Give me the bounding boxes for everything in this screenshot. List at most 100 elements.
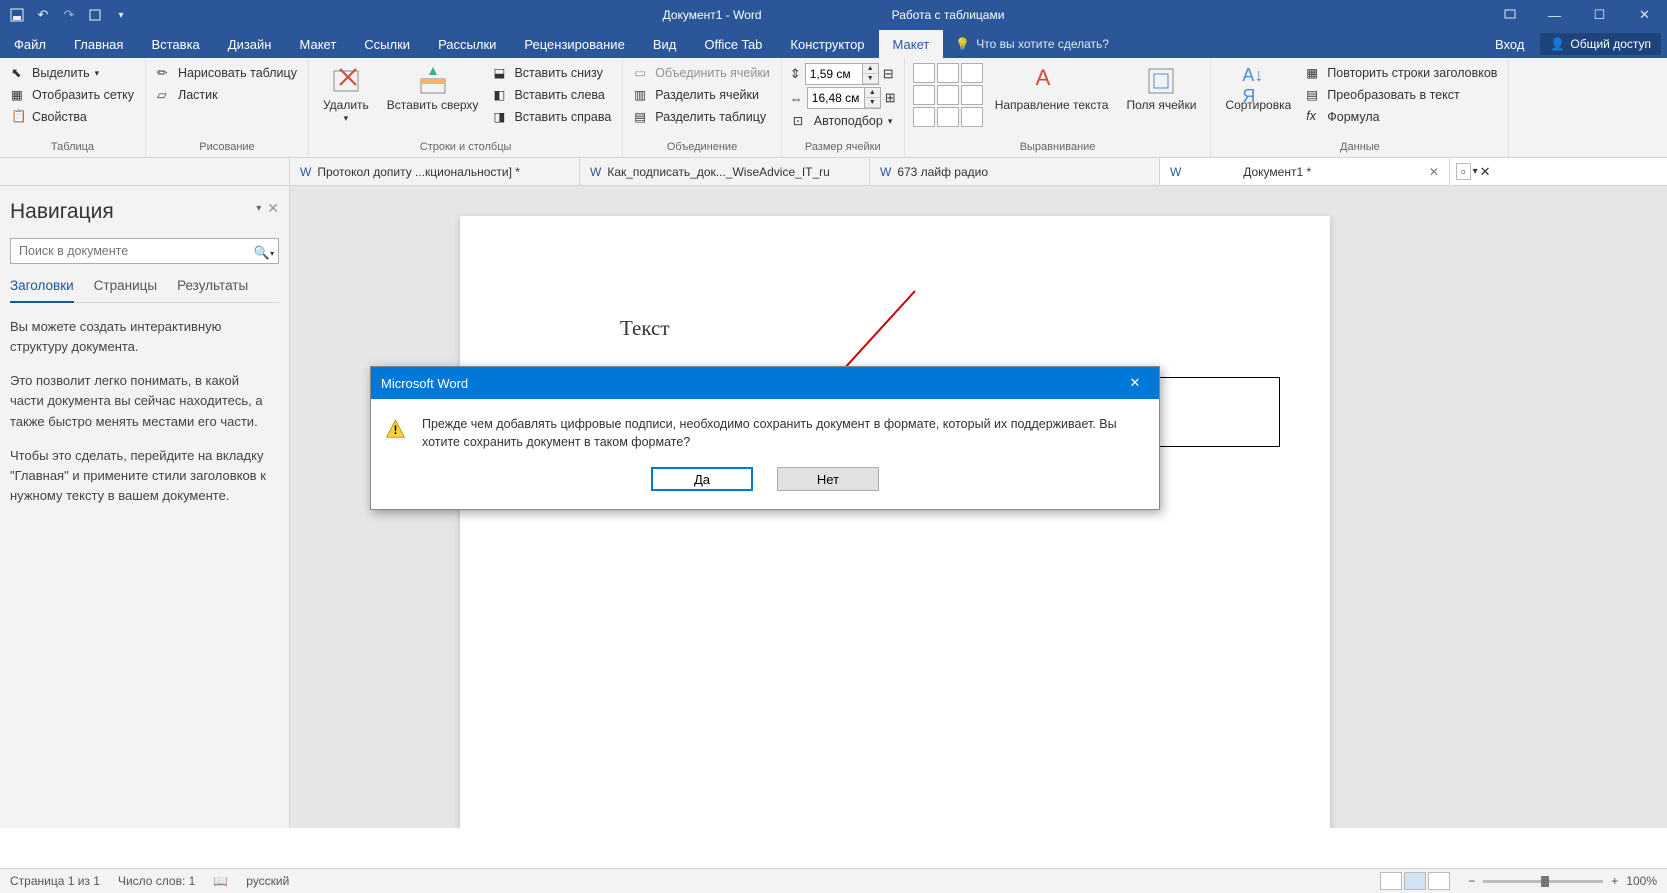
ribbon-options-icon[interactable]: [1487, 0, 1532, 30]
redo-icon[interactable]: ↷: [60, 6, 78, 24]
tab-view[interactable]: Вид: [639, 30, 691, 58]
dialog-close-button[interactable]: ✕: [1121, 373, 1149, 393]
alignment-grid[interactable]: [913, 63, 983, 127]
share-button[interactable]: 👤 Общий доступ: [1540, 33, 1661, 55]
distribute-cols-icon[interactable]: ⊞: [885, 90, 896, 106]
tab-tbl-design[interactable]: Конструктор: [776, 30, 878, 58]
show-grid-button[interactable]: ▦Отобразить сетку: [8, 85, 137, 105]
doc-tab-1[interactable]: WПротокол допиту ...кциональности] *: [290, 158, 580, 185]
grid-icon: ▦: [11, 87, 27, 103]
tab-tbl-layout[interactable]: Макет: [879, 30, 944, 58]
insert-left-button[interactable]: ◧Вставить слева: [490, 85, 614, 105]
zoom-level[interactable]: 100%: [1626, 874, 1657, 888]
save-icon[interactable]: [8, 6, 26, 24]
properties-icon: 📋: [11, 109, 27, 125]
col-width-icon: ⇔: [790, 91, 803, 106]
zoom-slider[interactable]: [1483, 880, 1603, 883]
convert-text-button[interactable]: ▤Преобразовать в текст: [1303, 85, 1500, 105]
window-title: Документ1 - Word: [663, 8, 762, 22]
split-cells-button[interactable]: ▥Разделить ячейки: [631, 85, 773, 105]
tab-layout[interactable]: Макет: [285, 30, 350, 58]
insert-below-button[interactable]: ⬓Вставить снизу: [490, 63, 614, 83]
minimize-icon[interactable]: —: [1532, 0, 1577, 30]
tab-review[interactable]: Рецензирование: [510, 30, 638, 58]
merge-cells-button[interactable]: ▭Объединить ячейки: [631, 63, 773, 83]
spellcheck-icon[interactable]: 📖: [213, 874, 228, 888]
tab-dropdown-icon[interactable]: ▾: [1473, 166, 1478, 177]
nav-tab-pages[interactable]: Страницы: [94, 274, 157, 302]
insert-right-button[interactable]: ◨Вставить справа: [490, 107, 614, 127]
select-button[interactable]: ⬉Выделить▾: [8, 63, 137, 83]
cell-margins-button[interactable]: Поля ячейки: [1120, 63, 1202, 115]
web-layout-icon[interactable]: [1428, 872, 1450, 890]
nav-search-input[interactable]: [10, 238, 279, 264]
tell-me-search[interactable]: 💡 Что вы хотите сделать?: [943, 30, 1121, 58]
tab-close-icon[interactable]: ✕: [1480, 164, 1491, 180]
nav-close-icon[interactable]: ✕: [267, 200, 279, 217]
draw-table-button[interactable]: ✏Нарисовать таблицу: [154, 63, 300, 83]
dialog-message: Прежде чем добавлять цифровые подписи, н…: [422, 415, 1145, 451]
distribute-rows-icon[interactable]: ⊟: [883, 66, 894, 82]
maximize-icon[interactable]: ☐: [1577, 0, 1622, 30]
document-text[interactable]: Текст: [620, 316, 1170, 341]
read-mode-icon[interactable]: [1380, 872, 1402, 890]
print-layout-icon[interactable]: [1404, 872, 1426, 890]
new-tab-icon[interactable]: ▫: [1456, 163, 1471, 180]
tab-insert[interactable]: Вставка: [137, 30, 213, 58]
tab-design[interactable]: Дизайн: [214, 30, 286, 58]
delete-button[interactable]: Удалить▾: [317, 63, 375, 126]
status-words[interactable]: Число слов: 1: [118, 874, 195, 888]
row-height-input[interactable]: ▲▼: [805, 63, 879, 85]
autofit-icon: ⊡: [793, 113, 809, 129]
sort-button[interactable]: A↓Я Сортировка: [1219, 63, 1297, 115]
navigation-pane: Навигация ▾ ✕ 🔍▾ Заголовки Страницы Резу…: [0, 186, 290, 828]
convert-icon: ▤: [1306, 87, 1322, 103]
document-canvas[interactable]: Текст Microsoft Word ✕ ! Прежде чем доба…: [290, 186, 1667, 828]
tab-office[interactable]: Office Tab: [690, 30, 776, 58]
eraser-button[interactable]: ▱Ластик: [154, 85, 300, 105]
col-width-input[interactable]: ▲▼: [807, 87, 881, 109]
autofit-button[interactable]: ⊡Автоподбор▾: [790, 111, 896, 131]
tab-home[interactable]: Главная: [60, 30, 137, 58]
signin-link[interactable]: Вход: [1483, 37, 1536, 52]
nav-tab-headings[interactable]: Заголовки: [10, 274, 74, 303]
dialog: Microsoft Word ✕ ! Прежде чем добавлять …: [370, 366, 1160, 510]
status-page[interactable]: Страница 1 из 1: [10, 874, 100, 888]
repeat-icon: ▦: [1306, 65, 1322, 81]
nav-title: Навигация: [10, 200, 114, 224]
doc-tab-3[interactable]: W673 лайф радио: [870, 158, 1160, 185]
text-direction-button[interactable]: A Направление текста: [989, 63, 1115, 115]
undo-icon[interactable]: ↶: [34, 6, 52, 24]
group-rowscols-label: Строки и столбцы: [317, 139, 614, 155]
zoom-out-button[interactable]: −: [1468, 874, 1475, 888]
properties-button[interactable]: 📋Свойства: [8, 107, 137, 127]
touch-mode-icon[interactable]: [86, 6, 104, 24]
dialog-no-button[interactable]: Нет: [777, 467, 879, 491]
repeat-headers-button[interactable]: ▦Повторить строки заголовков: [1303, 63, 1500, 83]
tab-mail[interactable]: Рассылки: [424, 30, 510, 58]
zoom-in-button[interactable]: +: [1611, 874, 1618, 888]
formula-button[interactable]: fxФормула: [1303, 107, 1500, 127]
tab-refs[interactable]: Ссылки: [350, 30, 424, 58]
close-tab-icon[interactable]: ✕: [1429, 165, 1439, 179]
split-table-button[interactable]: ▤Разделить таблицу: [631, 107, 773, 127]
eraser-icon: ▱: [157, 87, 173, 103]
nav-dropdown-icon[interactable]: ▾: [256, 203, 261, 214]
insert-above-button[interactable]: Вставить сверху: [381, 63, 485, 115]
word-doc-icon: W: [880, 165, 891, 179]
document-page[interactable]: Текст: [460, 216, 1330, 828]
sort-icon: A↓Я: [1242, 65, 1274, 97]
doc-tab-2[interactable]: WКак_подписать_док..._WiseAdvice_IT_ru: [580, 158, 870, 185]
insert-above-icon: [417, 65, 449, 97]
doc-tab-4[interactable]: WДокумент1 *✕: [1160, 158, 1450, 185]
insert-below-icon: ⬓: [493, 65, 509, 81]
group-align-label: Выравнивание: [913, 139, 1203, 155]
dialog-yes-button[interactable]: Да: [651, 467, 753, 491]
status-lang[interactable]: русский: [246, 874, 289, 888]
tab-file[interactable]: Файл: [0, 30, 60, 58]
close-icon[interactable]: ✕: [1622, 0, 1667, 30]
nav-tab-results[interactable]: Результаты: [177, 274, 248, 302]
search-icon[interactable]: 🔍▾: [253, 242, 275, 264]
qat-dropdown-icon[interactable]: ▾: [112, 6, 130, 24]
text-direction-icon: A: [1036, 65, 1068, 97]
